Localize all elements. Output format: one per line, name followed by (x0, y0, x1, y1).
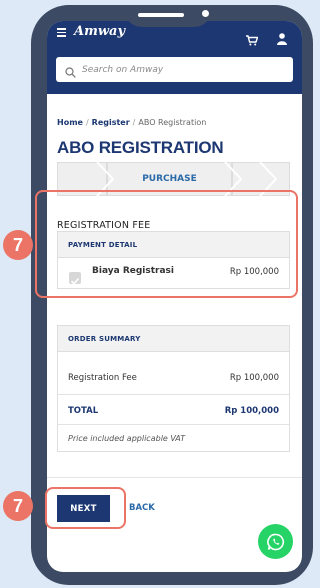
breadcrumb-separator: / (85, 118, 89, 127)
breadcrumb-home[interactable]: Home (57, 118, 83, 127)
breadcrumb-separator: / (132, 118, 136, 127)
tutorial-step-badge: 7 (3, 491, 33, 521)
phone-speaker (138, 13, 184, 17)
vat-note: Price included applicable VAT (68, 434, 186, 443)
user-icon[interactable] (277, 30, 287, 49)
breadcrumb-current: ABO Registration (138, 118, 207, 127)
brand-logo[interactable]: Amway (74, 24, 125, 39)
whatsapp-icon (266, 533, 284, 550)
breadcrumb-register[interactable]: Register (92, 118, 130, 127)
back-link[interactable]: BACK (129, 503, 155, 513)
phone-camera (202, 10, 209, 17)
menu-icon[interactable] (57, 28, 66, 37)
summary-total-label: TOTAL (68, 406, 99, 416)
summary-fee-amount: Rp 100,000 (229, 373, 279, 383)
order-summary-card: ORDER SUMMARY Registration Fee Rp 100,00… (57, 325, 290, 452)
search-icon[interactable] (65, 63, 76, 82)
summary-divider (58, 424, 289, 425)
app-header: Amway (47, 21, 302, 94)
whatsapp-button[interactable] (258, 524, 293, 559)
search-input[interactable] (82, 57, 282, 82)
breadcrumb: Home / Register / ABO Registration (57, 118, 206, 127)
tutorial-step-badge: 7 (3, 230, 33, 260)
next-highlight-box (45, 487, 126, 529)
cart-icon[interactable] (246, 31, 259, 50)
order-summary-header: ORDER SUMMARY (58, 326, 289, 352)
summary-divider (58, 394, 289, 395)
tutorial-stage: Amway Home/Register/ABO Registration ABO… (0, 0, 315, 588)
search-bar (56, 57, 293, 82)
page-title: ABO REGISTRATION (57, 138, 224, 157)
actions-divider (47, 477, 302, 478)
summary-fee-label: Registration Fee (68, 373, 137, 383)
fee-highlight-box (35, 190, 298, 298)
summary-total-amount: Rp 100,000 (224, 406, 279, 416)
